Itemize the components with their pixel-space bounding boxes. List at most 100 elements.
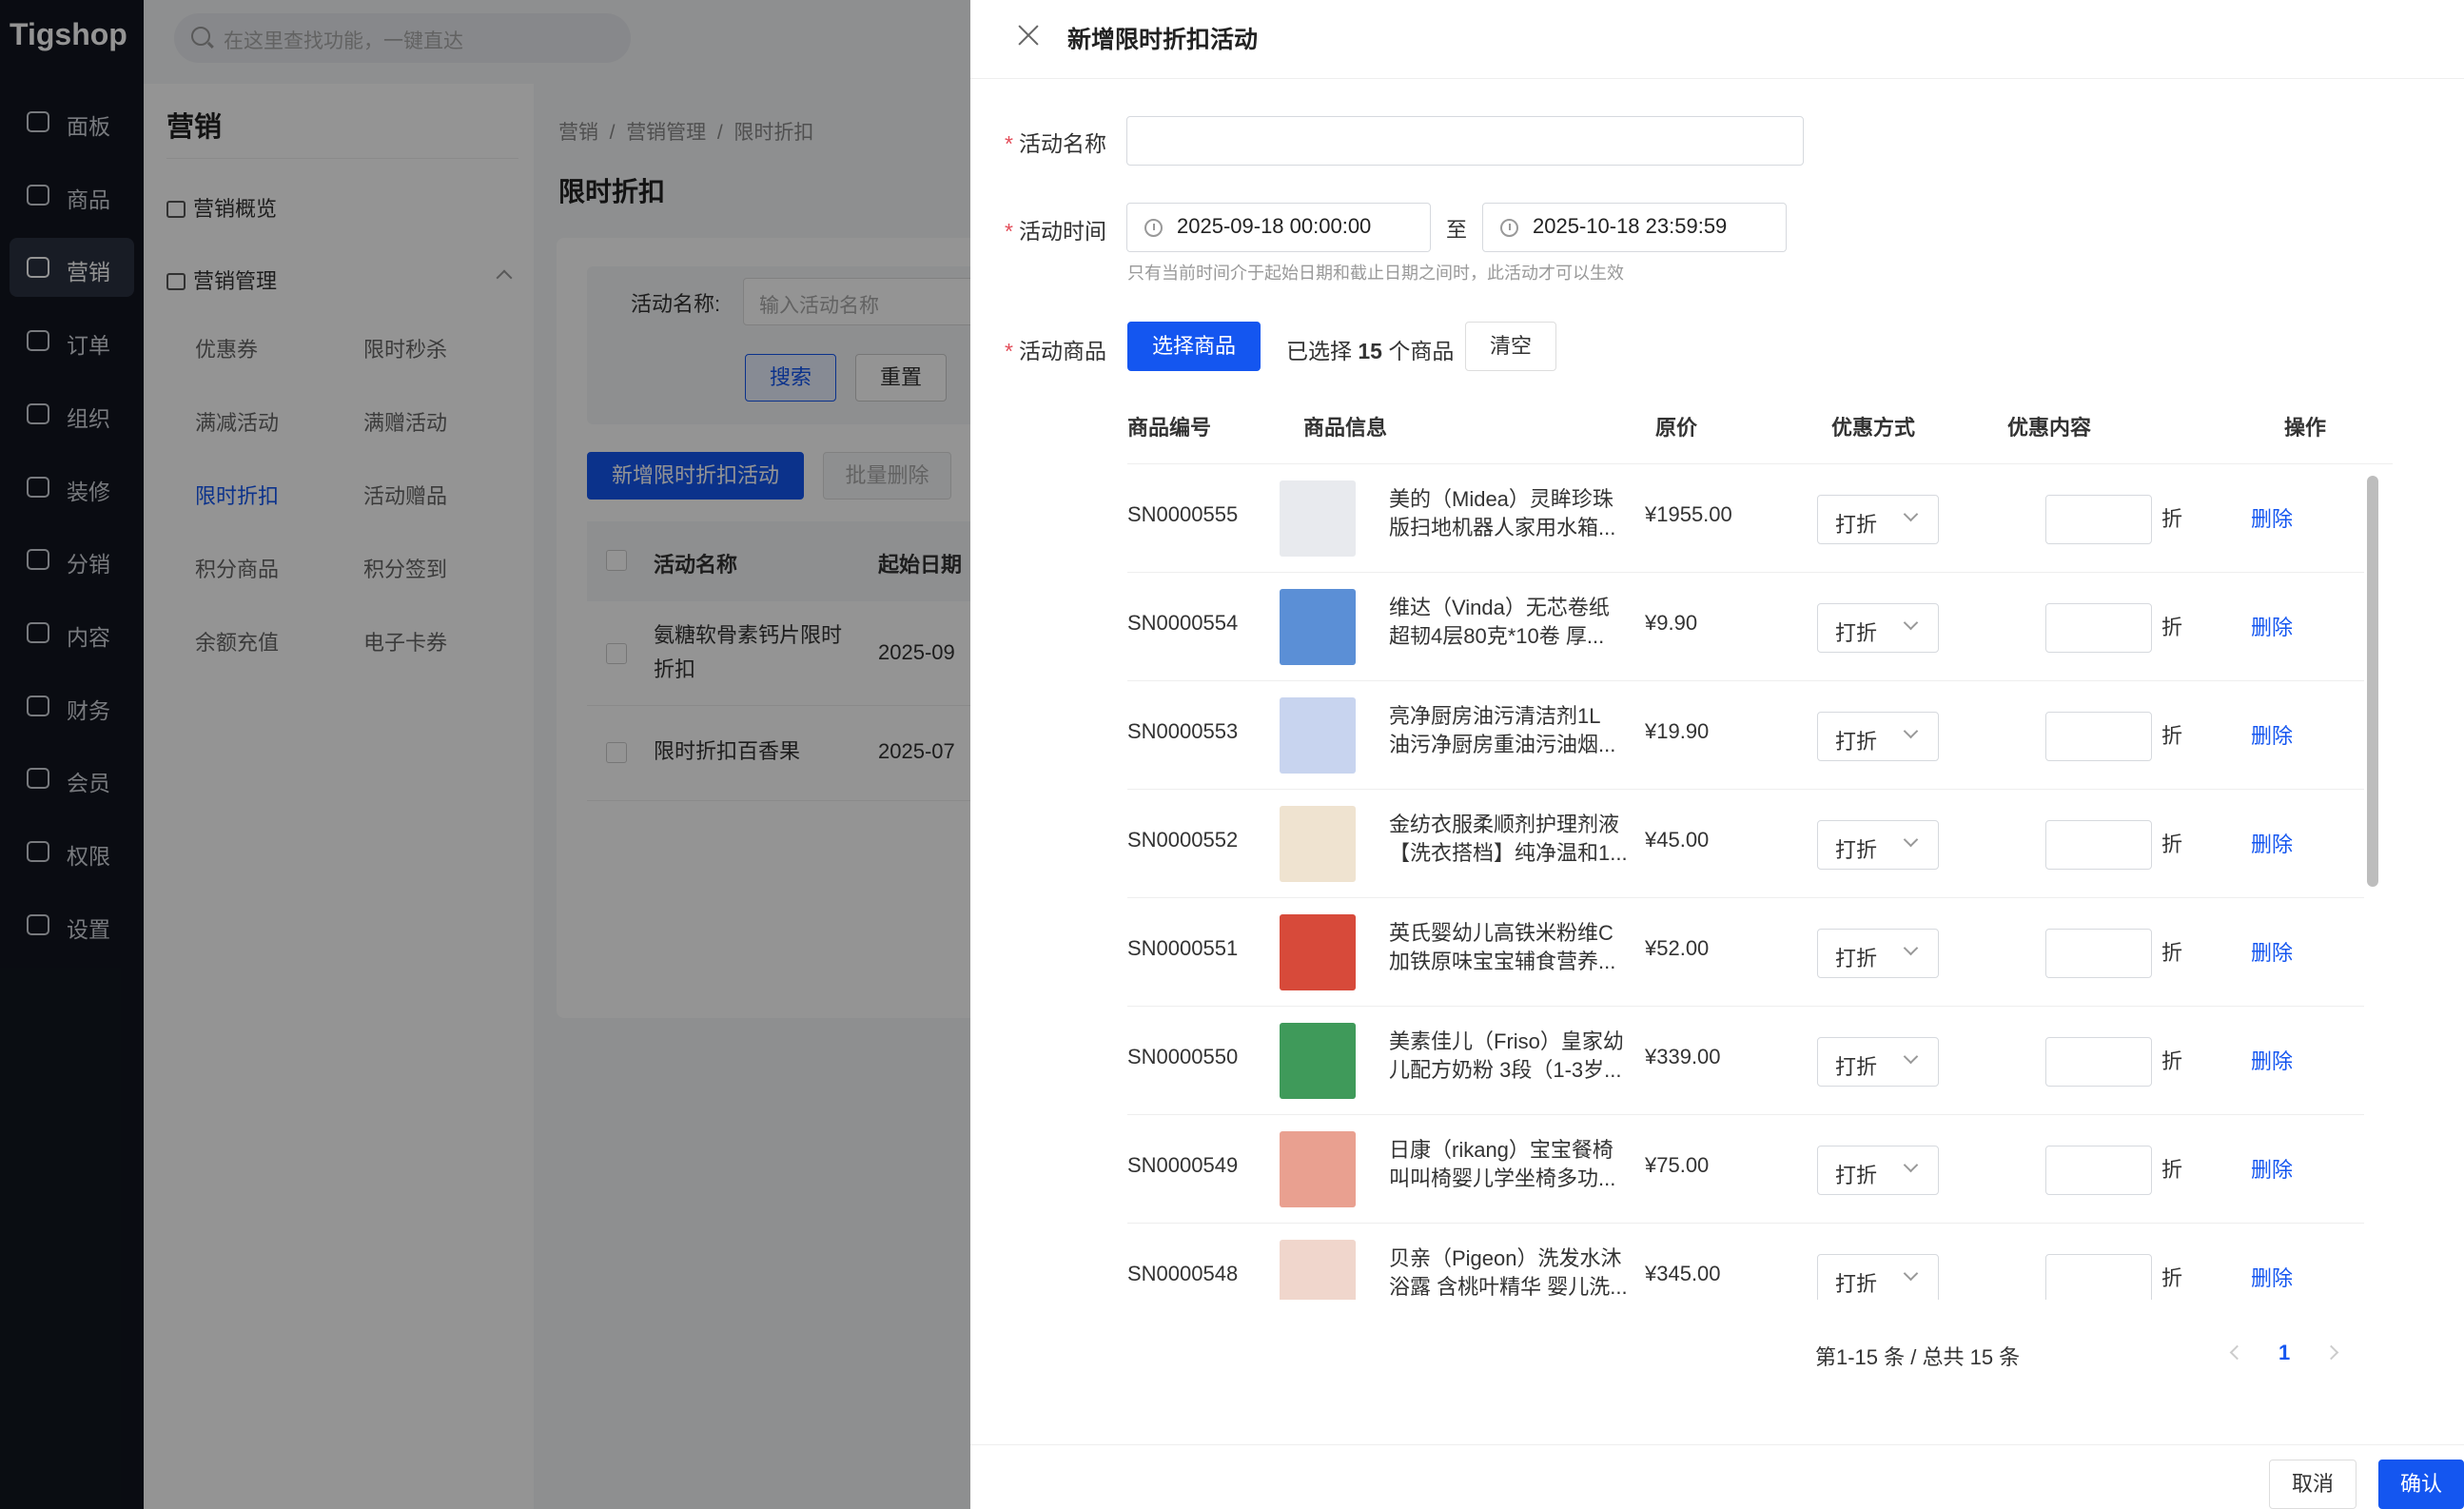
product-name[interactable]: 金纺衣服柔顺剂护理剂液 【洗衣搭档】纯净温和1... <box>1389 811 1646 868</box>
original-price: ¥45.00 <box>1645 828 1710 852</box>
discount-method-select[interactable]: 打折 <box>1817 712 1939 761</box>
discount-value-input[interactable] <box>2045 712 2152 761</box>
original-price: ¥339.00 <box>1645 1045 1721 1068</box>
discount-method-select[interactable]: 打折 <box>1817 820 1939 870</box>
column-actions: 操作 <box>2284 416 2327 440</box>
table-row: SN0000555 美的（Midea）灵眸珍珠 版扫地机器人家用水箱... ¥1955… <box>1127 464 2364 573</box>
table-row: SN0000551 英氏婴幼儿高铁米粉维C 加铁原味宝宝辅食营养... ¥52.00 打… <box>1127 898 2364 1007</box>
goods-sn: SN0000554 <box>1127 611 1239 635</box>
chevron-down-icon <box>1903 615 1919 631</box>
goods-sn: SN0000549 <box>1127 1153 1239 1177</box>
discount-method-select[interactable]: 打折 <box>1817 1146 1939 1195</box>
discount-value-input[interactable] <box>2045 1254 2152 1300</box>
original-price: ¥52.00 <box>1645 936 1710 960</box>
product-thumbnail <box>1280 589 1356 665</box>
discount-method-select[interactable]: 打折 <box>1817 1254 1939 1300</box>
original-price: ¥9.90 <box>1645 611 1698 635</box>
discount-method-select[interactable]: 打折 <box>1817 603 1939 653</box>
discount-value-input[interactable] <box>2045 929 2152 978</box>
table-row: SN0000552 金纺衣服柔顺剂护理剂液 【洗衣搭档】纯净温和1... ¥45.00… <box>1127 790 2364 898</box>
start-time-picker[interactable]: 2025-09-18 00:00:00 <box>1126 203 1431 252</box>
product-thumbnail <box>1280 914 1356 990</box>
discount-value-input[interactable] <box>2045 603 2152 653</box>
discount-value-input[interactable] <box>2045 1037 2152 1087</box>
end-time-picker[interactable]: 2025-10-18 23:59:59 <box>1482 203 1787 252</box>
prev-page-icon[interactable] <box>2229 1344 2245 1361</box>
delete-link[interactable]: 删除 <box>2251 1153 2293 1184</box>
product-name[interactable]: 英氏婴幼儿高铁米粉维C 加铁原味宝宝辅食营养... <box>1389 919 1646 976</box>
delete-link[interactable]: 删除 <box>2251 502 2293 533</box>
discount-method-select[interactable]: 打折 <box>1817 1037 1939 1087</box>
product-name-line: 美素佳儿（Friso）皇家幼 <box>1389 1029 1624 1053</box>
discount-unit: 折 <box>2161 616 2183 639</box>
end-time-value: 2025-10-18 23:59:59 <box>1533 214 1728 238</box>
delete-link[interactable]: 删除 <box>2251 611 2293 641</box>
add-flash-discount-drawer: 新增限时折扣活动 * 活动名称 * 活动时间 2025-09-18 00:00:00… <box>970 0 2464 1509</box>
product-name-line: 儿配方奶粉 3段（1-3岁... <box>1389 1058 1622 1082</box>
clock-icon <box>1144 219 1163 237</box>
product-name[interactable]: 贝亲（Pigeon）洗发水沐 浴露 含桃叶精华 婴儿洗... <box>1389 1244 1646 1300</box>
range-separator: 至 <box>1446 218 1468 242</box>
discount-value-input[interactable] <box>2045 820 2152 870</box>
start-time-value: 2025-09-18 00:00:00 <box>1177 214 1372 238</box>
selected-count: 15 <box>1358 339 1382 363</box>
product-thumbnail <box>1280 697 1356 774</box>
delete-link[interactable]: 删除 <box>2251 1262 2293 1292</box>
chevron-down-icon <box>1903 723 1919 739</box>
product-name[interactable]: 美的（Midea）灵眸珍珠 版扫地机器人家用水箱... <box>1389 485 1646 542</box>
delete-link[interactable]: 删除 <box>2251 1045 2293 1075</box>
product-name-line: 加铁原味宝宝辅食营养... <box>1389 950 1616 973</box>
goods-sn: SN0000548 <box>1127 1262 1239 1285</box>
chevron-down-icon <box>1903 1265 1919 1282</box>
product-name[interactable]: 亮净厨房油污清洁剂1L 油污净厨房重油污油烟... <box>1389 702 1646 759</box>
delete-link[interactable]: 删除 <box>2251 828 2293 858</box>
product-name-line: 金纺衣服柔顺剂护理剂液 <box>1389 813 1620 836</box>
column-price: 原价 <box>1655 416 1698 440</box>
chevron-down-icon <box>1903 832 1919 848</box>
discount-method-select[interactable]: 打折 <box>1817 929 1939 978</box>
table-row: SN0000553 亮净厨房油污清洁剂1L 油污净厨房重油污油烟... ¥19.90 打… <box>1127 681 2364 790</box>
selected-prefix: 已选择 <box>1286 339 1352 363</box>
select-goods-button[interactable]: 选择商品 <box>1127 322 1261 371</box>
delete-link[interactable]: 删除 <box>2251 936 2293 967</box>
product-name-line: 日康（rikang）宝宝餐椅 <box>1389 1138 1613 1162</box>
product-name[interactable]: 日康（rikang）宝宝餐椅 叫叫椅婴儿学坐椅多功... <box>1389 1136 1646 1193</box>
product-name[interactable]: 美素佳儿（Friso）皇家幼 儿配方奶粉 3段（1-3岁... <box>1389 1028 1646 1085</box>
goods-sn: SN0000553 <box>1127 719 1239 743</box>
label-text: 活动名称 <box>1018 131 1106 156</box>
drawer-title: 新增限时折扣活动 <box>1067 27 1259 53</box>
page-number[interactable]: 1 <box>2278 1341 2290 1365</box>
discount-method-value: 打折 <box>1835 838 1878 862</box>
original-price: ¥1955.00 <box>1645 502 1732 526</box>
product-name[interactable]: 维达（Vinda）无芯卷纸 超韧4层80克*10卷 厚... <box>1389 594 1646 651</box>
pagination-summary: 第1-15 条 / 总共 15 条 <box>1815 1345 2021 1369</box>
activity-name-input[interactable] <box>1126 116 1804 166</box>
confirm-button[interactable]: 确认 <box>2378 1460 2464 1509</box>
delete-link[interactable]: 删除 <box>2251 719 2293 750</box>
discount-unit: 折 <box>2161 1049 2183 1073</box>
discount-value-input[interactable] <box>2045 495 2152 544</box>
discount-unit: 折 <box>2161 941 2183 965</box>
discount-method-value: 打折 <box>1835 947 1878 970</box>
discount-unit: 折 <box>2161 1266 2183 1290</box>
selected-count-text: 已选择 15 个商品 <box>1286 333 1454 365</box>
cancel-button[interactable]: 取消 <box>2269 1460 2356 1509</box>
product-thumbnail <box>1280 1240 1356 1300</box>
discount-method-select[interactable]: 打折 <box>1817 495 1939 544</box>
product-thumbnail <box>1280 806 1356 882</box>
discount-unit: 折 <box>2161 724 2183 748</box>
clear-button[interactable]: 清空 <box>1465 322 1556 371</box>
clock-icon <box>1500 219 1518 237</box>
discount-value-input[interactable] <box>2045 1146 2152 1195</box>
discount-method-value: 打折 <box>1835 621 1878 645</box>
label-text: 活动商品 <box>1018 339 1106 363</box>
close-icon[interactable] <box>1016 23 1041 48</box>
goods-table-header: 商品编号 商品信息 原价 优惠方式 优惠内容 操作 <box>1127 400 2393 464</box>
discount-method-value: 打折 <box>1835 1055 1878 1079</box>
column-discount-value: 优惠内容 <box>2007 416 2092 440</box>
original-price: ¥19.90 <box>1645 719 1710 743</box>
modal-overlay[interactable] <box>0 0 970 1509</box>
goods-table-body: SN0000555 美的（Midea）灵眸珍珠 版扫地机器人家用水箱... ¥1955… <box>1127 464 2393 1300</box>
next-page-icon[interactable] <box>2323 1344 2339 1361</box>
scrollbar-thumb[interactable] <box>2367 476 2378 887</box>
